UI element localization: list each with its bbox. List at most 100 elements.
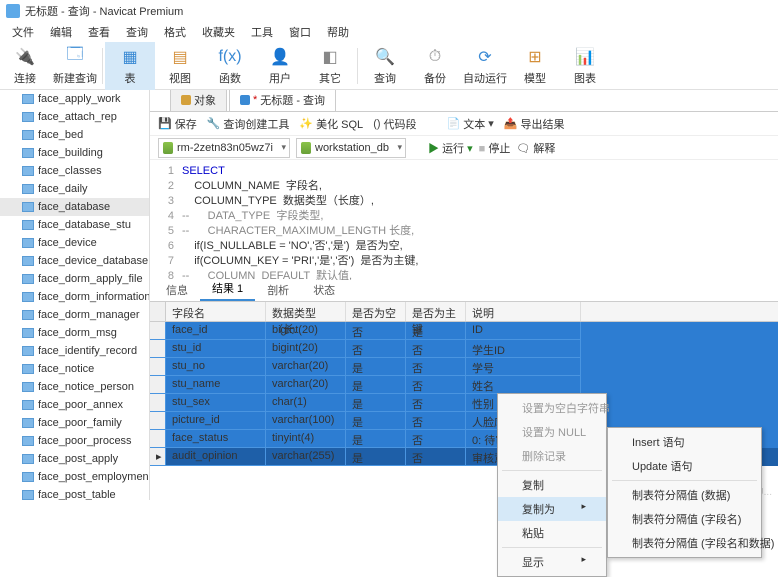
table-face_device_database[interactable]: face_device_database [0,252,149,270]
menu-item: 设置为 NULL [498,420,606,444]
图表-icon: 📊 [574,46,596,68]
toolbar-连接[interactable]: 🔌连接 [0,42,50,90]
table-face_bed[interactable]: face_bed [0,126,149,144]
table-icon [22,490,34,500]
run-button[interactable]: ▶ 运行 ▾ [428,140,473,156]
table-row[interactable]: stu_idbigint(20)否否学生ID [150,340,778,358]
toolbar-函数[interactable]: f(x)函数 [205,42,255,90]
menu-格式[interactable]: 格式 [158,22,192,42]
table-row[interactable]: face_idbigint(20)否是ID [150,322,778,340]
menu-窗口[interactable]: 窗口 [283,22,317,42]
explain-button[interactable]: 🗨 解释 [516,140,555,156]
table-icon [22,112,34,122]
表-icon: ▦ [119,46,141,68]
table-face_dorm_information[interactable]: face_dorm_information [0,288,149,306]
menu-item: 设置为空白字符串 [498,396,606,420]
table-row[interactable]: stu_novarchar(20)是否学号 [150,358,778,376]
table-face_poor_annex[interactable]: face_poor_annex [0,396,149,414]
connection-row: rm-2zetn83n05wz7i workstation_db ▶ 运行 ▾ … [150,136,778,160]
table-face_building[interactable]: face_building [0,144,149,162]
window-title: 无标题 - 查询 - Navicat Premium [25,3,183,19]
toolbar-备份[interactable]: ⏱备份 [410,42,460,90]
toolbar-用户[interactable]: 👤用户 [255,42,305,90]
export-button[interactable]: 📤 导出结果 [504,116,565,132]
toolbar-查询[interactable]: 🔍查询 [360,42,410,90]
editor-tabs: 对象 *无标题 - 查询 [150,90,778,112]
result-tab-结果 1[interactable]: 结果 1 [200,277,255,301]
result-tab-剖析[interactable]: 剖析 [255,279,301,301]
sql-editor[interactable]: 1SELECT2 COLUMN_NAME 字段名,3 COLUMN_TYPE 数… [150,160,778,280]
context-menu[interactable]: 设置为空白字符串设置为 NULL删除记录复制复制为粘贴显示 [497,393,607,577]
beautify-sql-button[interactable]: ✨ 美化 SQL [299,116,363,132]
table-icon [22,220,34,230]
table-icon [22,328,34,338]
toolbar-自动运行[interactable]: ⟳自动运行 [460,42,510,90]
table-face_identify_record[interactable]: face_identify_record [0,342,149,360]
连接-icon: 🔌 [14,46,36,68]
table-row[interactable]: stu_namevarchar(20)是否姓名 [150,376,778,394]
menu-帮助[interactable]: 帮助 [321,22,355,42]
toolbar-模型[interactable]: ⊞模型 [510,42,560,90]
text-button[interactable]: 📄 文本 ▾ [447,116,494,132]
menu-编辑[interactable]: 编辑 [44,22,78,42]
result-tab-状态[interactable]: 状态 [301,279,347,301]
snippet-button[interactable]: () 代码段 [373,116,416,132]
table-icon [22,454,34,464]
menu-item[interactable]: 粘贴 [498,521,606,545]
table-face_device[interactable]: face_device [0,234,149,252]
title-bar: 无标题 - 查询 - Navicat Premium [0,0,778,22]
menu-item[interactable]: 制表符分隔值 (字段名和数据) [608,531,761,555]
menu-工具[interactable]: 工具 [245,22,279,42]
toolbar-图表[interactable]: 📊图表 [560,42,610,90]
table-icon [22,166,34,176]
database-dropdown[interactable]: workstation_db [296,138,406,158]
table-face_daily[interactable]: face_daily [0,180,149,198]
查询-icon: 🔍 [374,46,396,68]
toolbar-视图[interactable]: ▤视图 [155,42,205,90]
menu-收藏夹[interactable]: 收藏夹 [196,22,241,42]
menu-item[interactable]: 显示 [498,550,606,574]
table-face_classes[interactable]: face_classes [0,162,149,180]
table-face_dorm_apply_file[interactable]: face_dorm_apply_file [0,270,149,288]
table-face_database_stu[interactable]: face_database_stu [0,216,149,234]
table-face_notice[interactable]: face_notice [0,360,149,378]
menu-item[interactable]: 复制为 [498,497,606,521]
table-face_dorm_msg[interactable]: face_dorm_msg [0,324,149,342]
table-face_attach_rep[interactable]: face_attach_rep [0,108,149,126]
toolbar-其它[interactable]: ◧其它 [305,42,355,90]
table-face_poor_process[interactable]: face_poor_process [0,432,149,450]
其它-icon: ◧ [319,46,341,68]
context-submenu-copy-as[interactable]: Insert 语句Update 语句制表符分隔值 (数据)制表符分隔值 (字段名… [607,427,762,558]
tab-objects[interactable]: 对象 [170,90,227,111]
menu-item[interactable]: 制表符分隔值 (数据) [608,483,761,507]
table-face_database[interactable]: face_database [0,198,149,216]
menu-item[interactable]: Update 语句 [608,454,761,478]
menu-item[interactable]: 制表符分隔值 (字段名) [608,507,761,531]
menu-查询[interactable]: 查询 [120,22,154,42]
table-icon [22,400,34,410]
query-builder-button[interactable]: 🔧 查询创建工具 [207,116,290,132]
table-face_post_employmen[interactable]: face_post_employmen [0,468,149,486]
table-face_dorm_manager[interactable]: face_dorm_manager [0,306,149,324]
table-face_apply_work[interactable]: face_apply_work [0,90,149,108]
toolbar-新建查询[interactable]: 🗔新建查询 [50,42,100,90]
tab-query[interactable]: *无标题 - 查询 [229,90,336,111]
table-list-sidebar[interactable]: face_apply_workface_attach_repface_bedfa… [0,90,150,500]
result-tab-信息[interactable]: 信息 [154,279,200,301]
table-face_post_table[interactable]: face_post_table [0,486,149,500]
table-icon [22,364,34,374]
table-face_poor_family[interactable]: face_poor_family [0,414,149,432]
table-face_post_apply[interactable]: face_post_apply [0,450,149,468]
table-icon [22,382,34,392]
menu-item[interactable]: 复制 [498,473,606,497]
toolbar-表[interactable]: ▦表 [105,42,155,90]
menu-item: 删除记录 [498,444,606,468]
新建查询-icon: 🗔 [64,46,86,68]
table-face_notice_person[interactable]: face_notice_person [0,378,149,396]
menu-文件[interactable]: 文件 [6,22,40,42]
save-button[interactable]: 💾 保存 [158,116,197,132]
menu-查看[interactable]: 查看 [82,22,116,42]
server-dropdown[interactable]: rm-2zetn83n05wz7i [158,138,290,158]
menu-item[interactable]: Insert 语句 [608,430,761,454]
table-row[interactable]: stu_sexchar(1)是否性别 [150,394,778,412]
